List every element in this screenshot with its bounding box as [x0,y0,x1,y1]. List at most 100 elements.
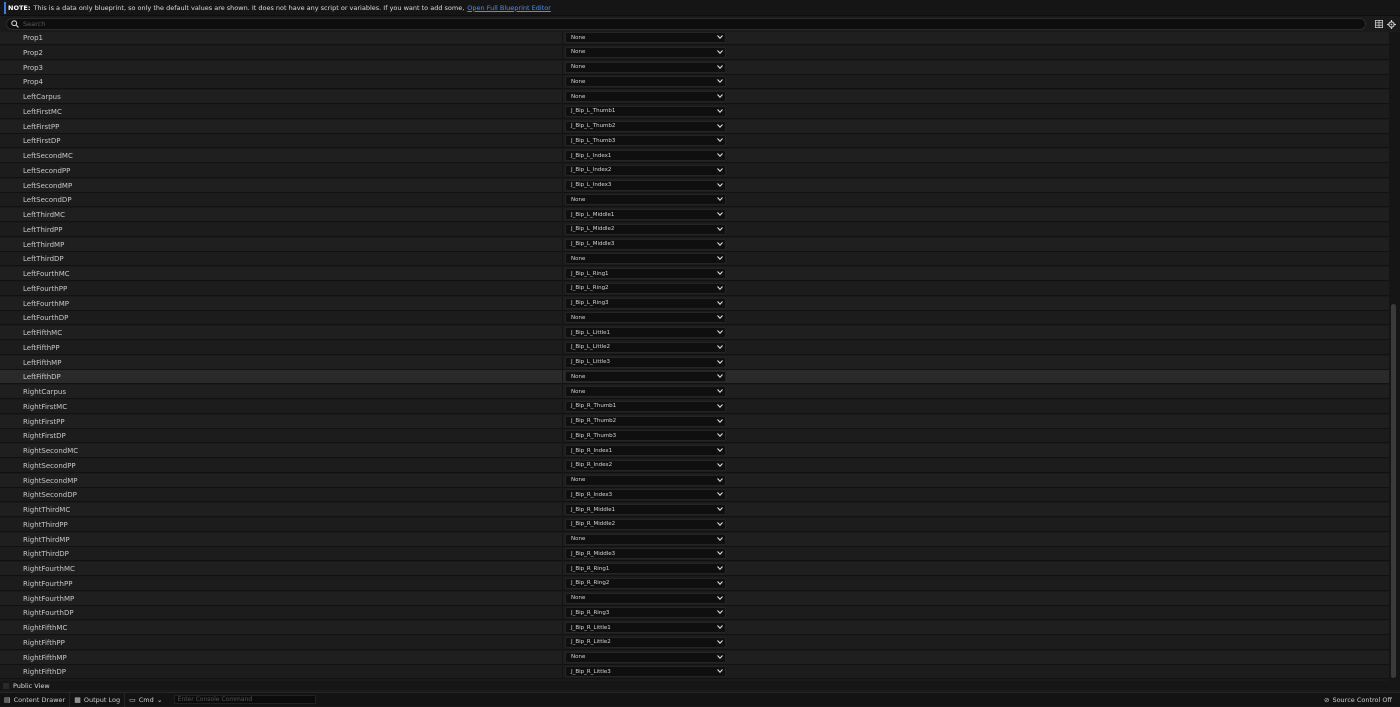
column-divider[interactable] [562,547,563,562]
bone-name-combo[interactable]: J_Bip_L_Little2 [565,341,726,353]
bone-name-combo[interactable]: J_Bip_R_Ring3 [565,607,726,619]
bone-name-combo[interactable]: J_Bip_L_Middle1 [565,209,726,220]
column-divider[interactable] [562,562,563,576]
column-divider[interactable] [562,281,563,296]
bone-name-combo[interactable]: None [565,386,726,397]
column-divider[interactable] [562,370,563,385]
bone-name-combo[interactable]: J_Bip_L_Index3 [565,179,726,191]
column-divider[interactable] [562,119,563,134]
column-divider[interactable] [562,488,563,503]
column-divider[interactable] [562,399,563,414]
public-view-toggle[interactable] [3,682,9,689]
column-divider[interactable] [562,60,563,75]
bone-name-combo[interactable]: J_Bip_L_Index2 [565,164,726,176]
search-input[interactable] [20,19,1365,29]
bone-name-combo[interactable]: J_Bip_L_Ring1 [565,268,726,279]
bone-name-combo[interactable]: J_Bip_L_Little1 [565,327,726,338]
bone-name-combo[interactable]: J_Bip_R_Ring1 [565,563,726,574]
column-divider[interactable] [562,444,563,458]
column-divider[interactable] [562,32,563,45]
bone-name-combo[interactable]: J_Bip_R_Little2 [565,636,726,648]
column-divider[interactable] [562,591,563,606]
column-divider[interactable] [562,635,563,650]
column-divider[interactable] [562,296,563,311]
column-divider[interactable] [562,621,563,635]
column-divider[interactable] [562,134,563,149]
bone-name-combo[interactable]: None [565,46,726,58]
bone-name-combo[interactable]: J_Bip_L_Index1 [565,150,726,161]
column-divider[interactable] [562,90,563,104]
scrollbar-thumb[interactable] [1391,304,1396,678]
column-divider[interactable] [562,473,563,488]
column-divider[interactable] [562,340,563,355]
bone-name-combo[interactable]: J_Bip_L_Thumb3 [565,135,726,147]
column-divider[interactable] [562,45,563,60]
column-divider[interactable] [562,414,563,429]
column-divider[interactable] [562,104,563,119]
column-divider[interactable] [562,665,563,680]
column-divider[interactable] [562,267,563,281]
column-divider[interactable] [562,576,563,591]
bone-name-combo[interactable]: J_Bip_R_Ring2 [565,577,726,589]
bone-name-combo[interactable]: J_Bip_R_Index2 [565,459,726,471]
bone-name-combo[interactable]: J_Bip_R_Middle1 [565,504,726,515]
bone-name-combo[interactable]: None [565,32,726,43]
bone-name-combo[interactable]: J_Bip_L_Thumb1 [565,105,726,117]
bone-name-combo[interactable]: None [565,253,726,265]
bone-name-combo[interactable]: J_Bip_L_Thumb2 [565,120,726,132]
column-divider[interactable] [562,606,563,621]
console-command-input[interactable] [173,695,316,704]
bone-name-combo[interactable]: J_Bip_R_Middle3 [565,548,726,560]
bone-name-combo[interactable]: None [565,194,726,206]
column-divider[interactable] [562,311,563,326]
column-divider[interactable] [562,355,563,370]
bone-name-combo[interactable]: J_Bip_R_Thumb2 [565,415,726,427]
column-divider[interactable] [562,75,563,90]
bone-name-combo[interactable]: None [565,533,726,545]
bone-name-combo[interactable]: None [565,312,726,324]
bone-name-combo[interactable]: J_Bip_R_Middle2 [565,518,726,530]
bone-name-combo[interactable]: J_Bip_L_Middle2 [565,223,726,235]
settings-gear-icon[interactable] [1387,20,1396,29]
bone-name-combo[interactable]: J_Bip_R_Index3 [565,489,726,501]
open-full-blueprint-editor-link[interactable]: Open Full Blueprint Editor [467,4,551,12]
bone-name-combo[interactable]: J_Bip_R_Little3 [565,666,726,678]
column-divider[interactable] [562,208,563,222]
column-divider[interactable] [562,252,563,267]
content-drawer-button[interactable]: ▤ Content Drawer [0,692,71,707]
output-log-button[interactable]: ▦ Output Log [70,692,126,707]
bone-name-combo[interactable]: None [565,474,726,486]
column-divider[interactable] [562,178,563,193]
bone-name-combo[interactable]: None [565,91,726,102]
bone-name-combo[interactable]: None [565,592,726,604]
column-divider[interactable] [562,503,563,517]
column-divider[interactable] [562,517,563,532]
column-divider[interactable] [562,650,563,665]
bone-name-combo[interactable]: J_Bip_L_Little3 [565,356,726,368]
cmd-dropdown[interactable]: ▭ Cmd ⌄ [125,693,170,707]
bone-name-combo[interactable]: J_Bip_L_Middle3 [565,238,726,250]
column-divider[interactable] [562,532,563,547]
bone-name-combo[interactable]: J_Bip_L_Ring3 [565,297,726,309]
bone-name-combo[interactable]: J_Bip_R_Thumb1 [565,400,726,412]
column-divider[interactable] [562,458,563,473]
search-box[interactable] [6,18,1366,30]
bone-name-combo[interactable]: None [565,61,726,73]
bone-name-combo[interactable]: J_Bip_R_Thumb3 [565,430,726,442]
source-control-button[interactable]: ⊘ Source Control Off [1324,693,1392,707]
column-divider[interactable] [562,385,563,399]
column-divider[interactable] [562,222,563,237]
bone-name-combo[interactable]: J_Bip_R_Index1 [565,445,726,456]
column-divider[interactable] [562,193,563,208]
bone-name-combo[interactable]: J_Bip_L_Ring2 [565,282,726,294]
column-divider[interactable] [562,326,563,340]
bone-name-combo[interactable]: None [565,371,726,383]
table-view-icon[interactable] [1374,20,1383,29]
column-divider[interactable] [562,149,563,163]
column-divider[interactable] [562,237,563,252]
bone-name-combo[interactable]: None [565,651,726,663]
bone-name-combo[interactable]: None [565,76,726,88]
bone-name-combo[interactable]: J_Bip_R_Little1 [565,622,726,633]
column-divider[interactable] [562,163,563,178]
column-divider[interactable] [562,429,563,444]
